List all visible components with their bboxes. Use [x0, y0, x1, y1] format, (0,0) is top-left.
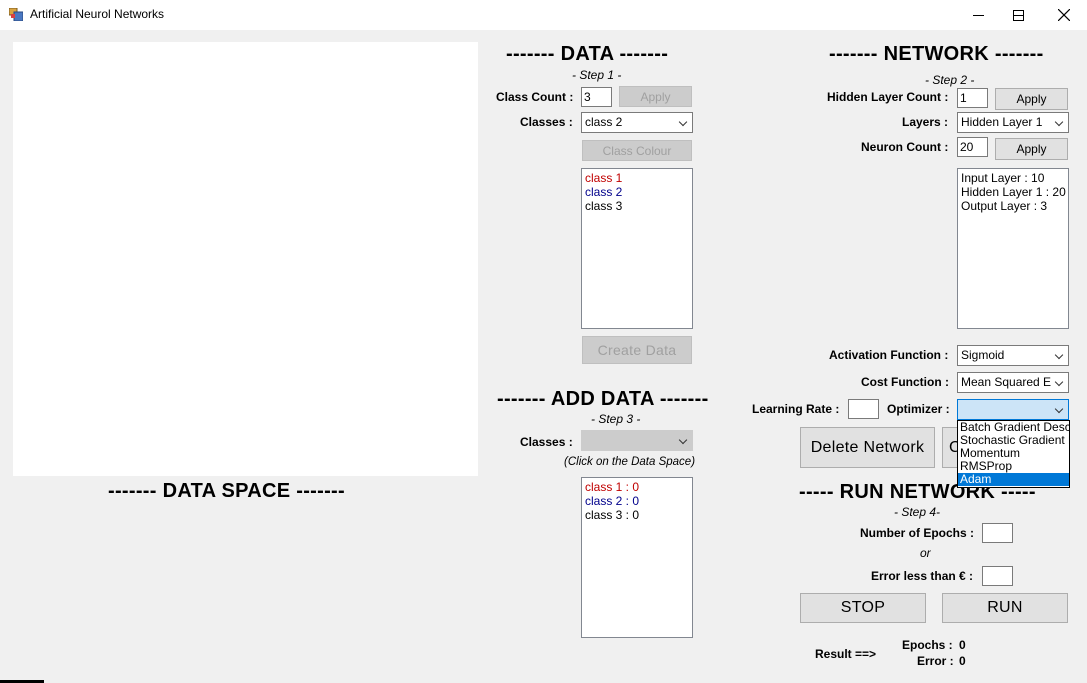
network-heading: ------- NETWORK -------: [829, 43, 1044, 65]
cost-function-value: Mean Squared Error: [961, 375, 1051, 389]
error-threshold-input[interactable]: [982, 566, 1013, 586]
network-step-label: - Step 2 -: [925, 73, 975, 87]
chevron-down-icon: [678, 435, 688, 445]
classes-label: Classes :: [520, 115, 573, 129]
neuron-count-apply-button[interactable]: Apply: [995, 138, 1068, 160]
list-item[interactable]: class 1 : 0: [585, 480, 689, 494]
run-step-label: - Step 4-: [894, 505, 941, 519]
cost-function-select[interactable]: Mean Squared Error: [957, 372, 1069, 393]
data-heading: ------- DATA -------: [506, 43, 669, 65]
stop-button[interactable]: STOP: [800, 593, 926, 623]
epochs-input[interactable]: [982, 523, 1013, 543]
add-classes-label: Classes :: [520, 435, 573, 449]
error-result-label: Error :: [917, 654, 954, 668]
error-threshold-label: Error less than € :: [871, 569, 974, 583]
neuron-count-label: Neuron Count :: [861, 140, 949, 154]
activation-function-value: Sigmoid: [961, 348, 1005, 362]
class-count-list[interactable]: class 1 : 0 class 2 : 0 class 3 : 0: [581, 477, 693, 638]
hidden-layer-count-input[interactable]: [957, 88, 988, 108]
list-item[interactable]: Output Layer : 3: [961, 199, 1065, 213]
delete-network-button[interactable]: Delete Network: [800, 427, 935, 468]
or-label: or: [920, 546, 931, 560]
chevron-down-icon: [678, 117, 688, 127]
list-item[interactable]: Hidden Layer 1 : 20: [961, 185, 1066, 199]
run-button[interactable]: RUN: [942, 593, 1068, 623]
add-classes-select[interactable]: [581, 430, 693, 451]
chevron-down-icon: [1054, 117, 1064, 127]
list-item[interactable]: class 2: [585, 185, 689, 199]
hidden-layer-count-label: Hidden Layer Count :: [827, 90, 949, 104]
click-hint: (Click on the Data Space): [564, 456, 696, 468]
minimize-icon: [972, 14, 984, 16]
add-data-step-label: - Step 3 -: [591, 412, 641, 426]
optimizer-label: Optimizer :: [887, 402, 950, 416]
close-button[interactable]: [1041, 0, 1087, 30]
neuron-count-input[interactable]: [957, 137, 988, 157]
epochs-label: Number of Epochs :: [860, 526, 975, 540]
class-count-input[interactable]: [581, 87, 612, 107]
optimizer-option-selected[interactable]: Adam: [958, 473, 1069, 486]
chevron-down-icon: [1054, 404, 1064, 414]
class-count-label: Class Count :: [496, 90, 574, 104]
classes-select[interactable]: class 2: [581, 112, 693, 133]
app-icon: [9, 8, 23, 21]
result-label: Result ==>: [815, 647, 877, 661]
class-list[interactable]: class 1 class 2 class 3: [581, 168, 693, 329]
hidden-layer-apply-button[interactable]: Apply: [995, 88, 1068, 110]
epochs-result-label: Epochs :: [902, 638, 953, 652]
layer-list[interactable]: Input Layer : 10 Hidden Layer 1 : 20 Out…: [957, 168, 1069, 329]
window-title: Artificial Neurol Networks: [30, 7, 165, 21]
epochs-result-value: 0: [959, 638, 966, 652]
optimizer-select[interactable]: [957, 399, 1069, 420]
chevron-down-icon: [1054, 377, 1064, 387]
layers-select[interactable]: Hidden Layer 1: [957, 112, 1069, 133]
layers-label: Layers :: [902, 115, 949, 129]
list-item[interactable]: class 2 : 0: [585, 494, 689, 508]
list-item[interactable]: class 1: [585, 171, 689, 185]
error-result-value: 0: [959, 654, 966, 668]
create-data-button[interactable]: Create Data: [582, 336, 692, 364]
maximize-icon: [1012, 9, 1024, 21]
learning-rate-label: Learning Rate :: [752, 402, 840, 416]
cost-function-label: Cost Function :: [861, 375, 949, 389]
data-space-heading: ------- DATA SPACE -------: [108, 480, 345, 502]
classes-select-value: class 2: [585, 115, 623, 129]
add-data-heading: ------- ADD DATA -------: [497, 388, 709, 410]
data-space-canvas[interactable]: [13, 42, 478, 476]
optimizer-dropdown[interactable]: Batch Gradient Descent Stochastic Gradie…: [957, 420, 1070, 488]
list-item[interactable]: class 3: [585, 199, 689, 213]
activation-function-select[interactable]: Sigmoid: [957, 345, 1069, 366]
maximize-button[interactable]: [995, 0, 1041, 30]
activation-function-label: Activation Function :: [829, 348, 949, 362]
chevron-down-icon: [1054, 350, 1064, 360]
list-item[interactable]: Input Layer : 10: [961, 171, 1065, 185]
class-colour-button[interactable]: Class Colour: [582, 140, 692, 161]
class-count-apply-button[interactable]: Apply: [619, 86, 692, 107]
layers-select-value: Hidden Layer 1: [961, 115, 1043, 129]
list-item[interactable]: class 3 : 0: [585, 508, 689, 522]
close-icon: [1058, 9, 1070, 21]
data-step-label: - Step 1 -: [572, 68, 622, 82]
learning-rate-input[interactable]: [848, 399, 879, 419]
